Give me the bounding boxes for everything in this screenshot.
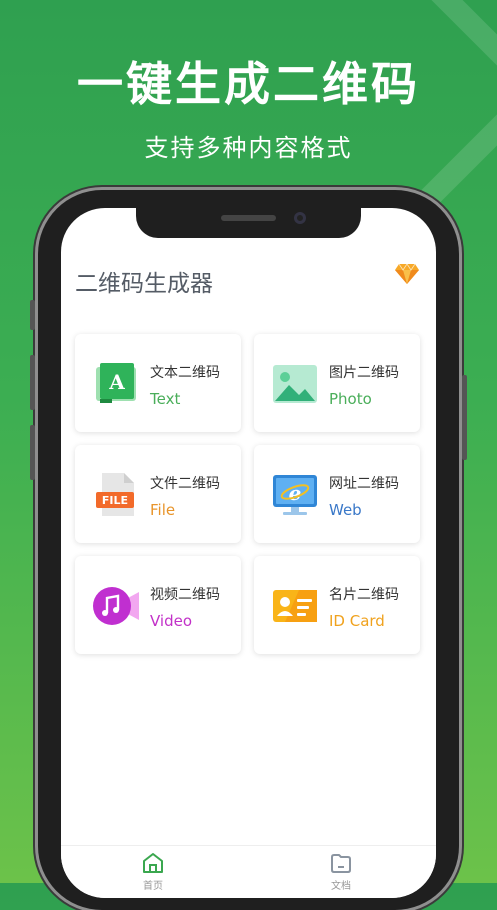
folder-icon xyxy=(331,854,351,873)
video-music-icon xyxy=(93,587,139,625)
phone-speaker xyxy=(221,215,276,221)
file-icon: FILE xyxy=(96,473,134,516)
browser-icon: e xyxy=(273,475,317,515)
card-video-qr[interactable]: 视频二维码 Video xyxy=(75,556,241,654)
phone-volume-up xyxy=(30,355,35,410)
svg-text:FILE: FILE xyxy=(102,494,128,507)
tab-docs-label: 文档 xyxy=(331,881,351,892)
phone-screen: 二维码生成器 A 文本二维码 Text 图片二维码 Photo FILE 文件二… xyxy=(61,208,436,898)
card-name: 视频二维码 xyxy=(150,587,220,603)
card-subtitle: Web xyxy=(329,501,362,519)
card-subtitle: Photo xyxy=(329,390,372,408)
phone-notch xyxy=(136,208,361,238)
card-subtitle: File xyxy=(150,501,176,519)
card-subtitle: Text xyxy=(150,390,181,408)
card-name: 文本二维码 xyxy=(150,365,220,381)
text-book-icon: A xyxy=(96,363,136,403)
phone-power-button xyxy=(462,375,467,460)
card-subtitle: Video xyxy=(150,612,193,630)
phone-frame: 二维码生成器 A 文本二维码 Text 图片二维码 Photo FILE 文件二… xyxy=(30,190,467,910)
card-text-qr[interactable]: A 文本二维码 Text xyxy=(75,334,241,432)
app-title: 二维码生成器 xyxy=(75,271,213,297)
bottom-tab-bar: 首页 文档 xyxy=(61,845,436,898)
card-name: 网址二维码 xyxy=(329,476,399,492)
hero-title: 一键生成二维码 xyxy=(77,57,420,111)
card-name: 图片二维码 xyxy=(329,365,399,381)
card-name: 文件二维码 xyxy=(150,476,220,492)
diamond-icon[interactable] xyxy=(394,262,420,286)
svg-text:e: e xyxy=(289,481,302,505)
card-subtitle: ID Card xyxy=(329,612,385,630)
phone-camera xyxy=(294,212,306,224)
image-icon xyxy=(273,365,317,403)
id-card-icon xyxy=(273,590,317,622)
card-photo-qr[interactable]: 图片二维码 Photo xyxy=(254,334,420,432)
phone-mute-switch xyxy=(30,300,35,330)
card-idcard-qr[interactable]: 名片二维码 ID Card xyxy=(254,556,420,654)
card-name: 名片二维码 xyxy=(329,587,399,603)
phone-volume-down xyxy=(30,425,35,480)
card-file-qr[interactable]: FILE 文件二维码 File xyxy=(75,445,241,543)
card-web-qr[interactable]: e 网址二维码 Web xyxy=(254,445,420,543)
tab-home-label: 首页 xyxy=(143,881,163,892)
tab-docs[interactable]: 文档 xyxy=(301,852,381,892)
hero-subtitle: 支持多种内容格式 xyxy=(144,134,353,162)
tab-home[interactable]: 首页 xyxy=(113,852,193,892)
home-icon xyxy=(143,853,163,873)
svg-text:A: A xyxy=(108,370,125,394)
